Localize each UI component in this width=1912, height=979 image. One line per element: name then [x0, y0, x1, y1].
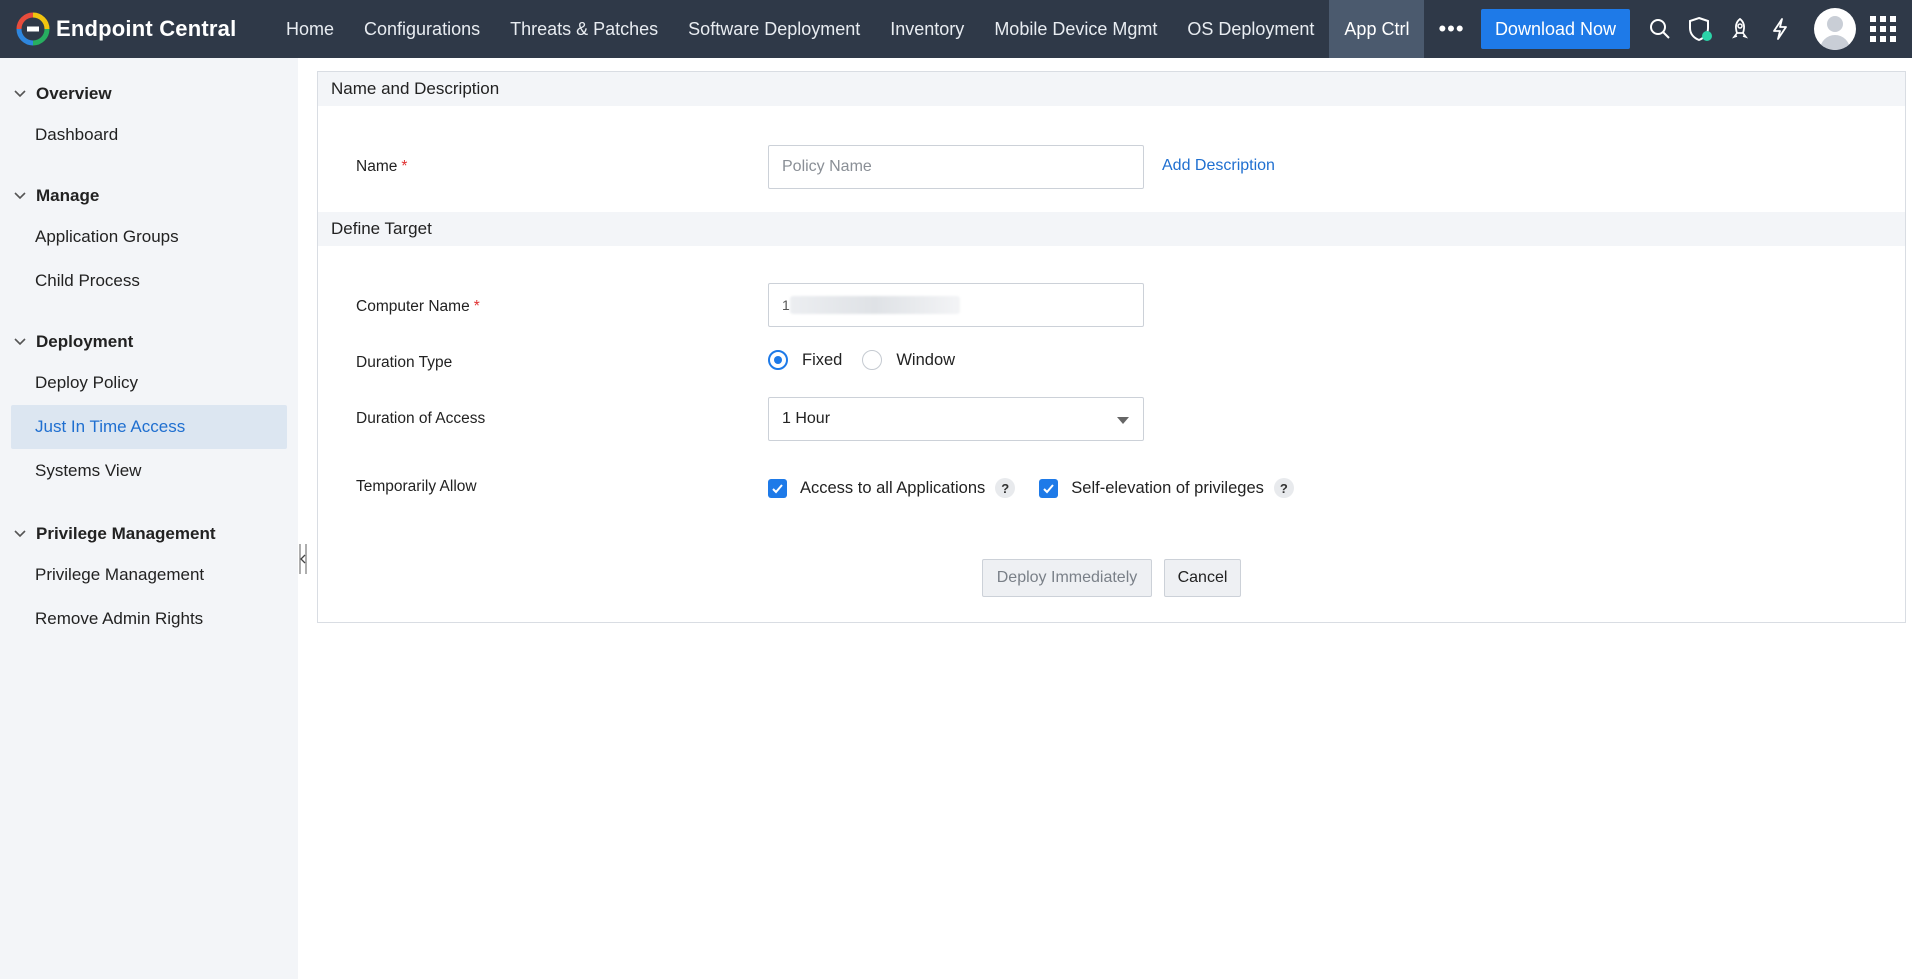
sidebar-group-deployment: Deployment Deploy Policy Just In Time Ac…: [0, 323, 298, 493]
sidebar-group-manage: Manage Application Groups Child Process: [0, 177, 298, 303]
policy-form-panel: Name and Description Name* Add Descripti…: [317, 71, 1906, 623]
radio-window[interactable]: [862, 350, 883, 370]
chevron-down-icon: [14, 338, 26, 346]
topbar-actions: Download Now: [1480, 0, 1912, 58]
duration-type-label: Duration Type: [356, 354, 453, 371]
sidebar-collapse-handle[interactable]: [297, 542, 309, 576]
checkmark-icon: [1043, 483, 1055, 493]
duration-type-radio-group: Fixed Window: [768, 350, 975, 370]
sidebar-header-label: Manage: [36, 186, 100, 205]
dropdown-caret-icon: [1117, 417, 1129, 424]
add-description-link[interactable]: Add Description: [1162, 157, 1275, 175]
duration-of-access-value: 1 Hour: [782, 410, 831, 427]
duration-of-access-select[interactable]: 1 Hour: [768, 397, 1144, 441]
checkmark-icon: [772, 483, 783, 493]
nav-app-ctrl[interactable]: App Ctrl: [1329, 0, 1425, 58]
nav-threats-patches[interactable]: Threats & Patches: [495, 0, 673, 58]
policy-name-input[interactable]: [768, 145, 1144, 189]
sidebar-header-label: Overview: [36, 84, 112, 103]
sidebar-header-label: Deployment: [36, 332, 134, 351]
computer-name-label: Computer Name *: [356, 298, 480, 316]
sidebar-item-systems-view[interactable]: Systems View: [11, 449, 287, 493]
sidebar-item-remove-admin-rights[interactable]: Remove Admin Rights: [11, 597, 287, 641]
sidebar-item-child-process[interactable]: Child Process: [11, 259, 287, 303]
sidebar-header-manage[interactable]: Manage: [0, 177, 298, 215]
sidebar-header-overview[interactable]: Overview: [0, 75, 298, 113]
help-icon[interactable]: ?: [995, 478, 1016, 498]
cancel-button[interactable]: Cancel: [1164, 559, 1241, 597]
chevron-down-icon: [14, 90, 26, 98]
self-elevation-label[interactable]: Self-elevation of privileges: [1071, 479, 1264, 498]
sidebar-item-deploy-policy[interactable]: Deploy Policy: [11, 361, 287, 405]
sidebar-item-privilege-management[interactable]: Privilege Management: [11, 553, 287, 597]
nav-configurations[interactable]: Configurations: [349, 0, 495, 58]
section-define-target: Define Target: [318, 212, 1905, 246]
main-nav: Home Configurations Threats & Patches So…: [271, 0, 1479, 58]
sidebar-header-privilege-management[interactable]: Privilege Management: [0, 515, 298, 553]
sidebar-item-just-in-time-access[interactable]: Just In Time Access: [11, 405, 287, 449]
name-label: Name *: [356, 158, 407, 176]
shield-icon[interactable]: [1680, 9, 1720, 49]
radio-window-label[interactable]: Window: [896, 351, 955, 370]
avatar-head: [1827, 16, 1843, 32]
radio-fixed[interactable]: [768, 350, 788, 370]
name-label-text: Name: [356, 158, 398, 175]
temporarily-allow-label: Temporarily Allow: [356, 478, 477, 495]
rocket-icon[interactable]: [1720, 9, 1760, 49]
sidebar-item-dashboard[interactable]: Dashboard: [11, 113, 287, 157]
nav-inventory[interactable]: Inventory: [875, 0, 979, 58]
top-navigation-bar: Endpoint Central Home Configurations Thr…: [0, 0, 1912, 58]
lightning-icon[interactable]: [1760, 9, 1800, 49]
redacted-computer-name: [789, 296, 960, 314]
radio-fixed-label[interactable]: Fixed: [802, 351, 842, 370]
avatar-body: [1820, 35, 1850, 50]
avatar[interactable]: [1814, 8, 1856, 50]
endpoint-central-logo-icon: [16, 12, 50, 46]
sidebar-item-application-groups[interactable]: Application Groups: [11, 215, 287, 259]
computer-name-value: 1: [782, 297, 790, 313]
apps-grid-icon[interactable]: [1870, 16, 1896, 42]
brand[interactable]: Endpoint Central: [16, 0, 271, 58]
nav-software-deployment[interactable]: Software Deployment: [673, 0, 875, 58]
nav-home[interactable]: Home: [271, 0, 349, 58]
chevron-down-icon: [14, 530, 26, 538]
nav-mobile-device-mgmt[interactable]: Mobile Device Mgmt: [979, 0, 1172, 58]
sidebar: Overview Dashboard Manage Application Gr…: [0, 58, 298, 979]
brand-name: Endpoint Central: [56, 16, 237, 41]
more-nav-button[interactable]: •••: [1424, 0, 1478, 58]
sidebar-group-overview: Overview Dashboard: [0, 75, 298, 157]
deploy-immediately-button[interactable]: Deploy Immediately: [982, 559, 1152, 597]
chevron-down-icon: [14, 192, 26, 200]
nav-os-deployment[interactable]: OS Deployment: [1172, 0, 1329, 58]
duration-of-access-label: Duration of Access: [356, 410, 486, 427]
required-mark: *: [473, 298, 480, 315]
temporarily-allow-options: Access to all Applications ? Self-elevat…: [768, 478, 1318, 498]
computer-name-input[interactable]: 1: [768, 283, 1144, 327]
access-all-applications-label[interactable]: Access to all Applications: [800, 479, 985, 498]
download-now-button[interactable]: Download Now: [1480, 9, 1630, 49]
sidebar-group-privilege-management: Privilege Management Privilege Managemen…: [0, 515, 298, 641]
search-icon[interactable]: [1640, 9, 1680, 49]
checkbox-self-elevation[interactable]: [1039, 478, 1059, 498]
required-mark: *: [401, 158, 408, 175]
computer-name-label-text: Computer Name: [356, 298, 470, 315]
checkbox-access-all-applications[interactable]: [768, 478, 787, 498]
sidebar-header-deployment[interactable]: Deployment: [0, 323, 298, 361]
help-icon[interactable]: ?: [1273, 478, 1294, 498]
section-name-description: Name and Description: [318, 72, 1905, 106]
sidebar-header-label: Privilege Management: [36, 524, 216, 543]
